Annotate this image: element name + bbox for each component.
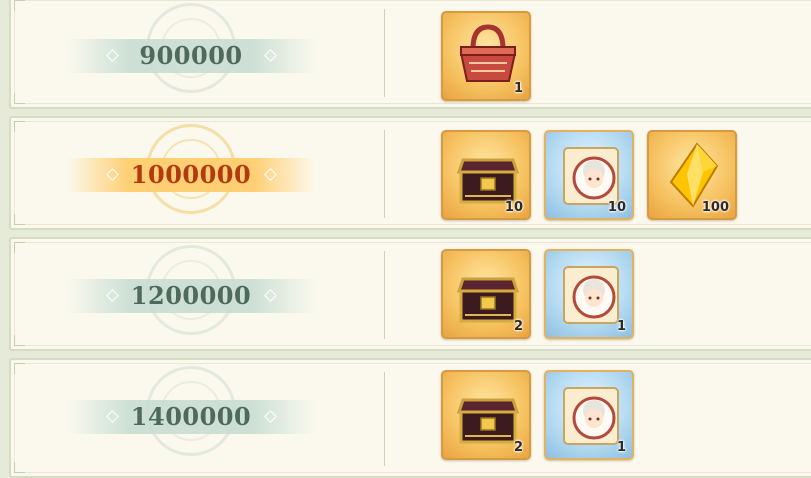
score-band: 1200000 xyxy=(66,279,316,313)
reward-item[interactable]: 2 xyxy=(441,370,531,460)
corner-ornament xyxy=(14,0,25,11)
corner-ornament xyxy=(14,93,25,104)
reward-count: 10 xyxy=(607,200,626,215)
reward-item[interactable]: 1 xyxy=(441,11,531,101)
reward-count: 2 xyxy=(513,319,523,334)
score-threshold: 1400000 xyxy=(130,402,252,431)
tier-row: 1000000 10 10 100 xyxy=(9,116,811,230)
divider xyxy=(384,372,385,466)
reward-item[interactable]: 2 xyxy=(441,249,531,339)
divider xyxy=(384,130,385,218)
score-band: 1400000 xyxy=(66,400,316,434)
reward-item[interactable]: 1 xyxy=(544,370,634,460)
tier-row: 1400000 2 1 xyxy=(9,358,811,478)
divider xyxy=(384,251,385,339)
score-band: 900000 xyxy=(66,39,316,73)
corner-ornament xyxy=(14,242,25,253)
score-threshold: 1200000 xyxy=(130,281,252,310)
tier-row: 1200000 2 1 xyxy=(9,237,811,351)
corner-ornament xyxy=(14,462,25,473)
reward-item[interactable]: 1 xyxy=(544,249,634,339)
reward-count: 2 xyxy=(513,440,523,455)
corner-ornament xyxy=(14,121,25,132)
divider xyxy=(384,9,385,97)
reward-item[interactable]: 100 xyxy=(647,130,737,220)
reward-count: 1 xyxy=(513,81,523,96)
reward-count: 1 xyxy=(616,440,626,455)
score-threshold: 900000 xyxy=(139,41,243,70)
reward-count: 100 xyxy=(701,200,729,215)
score-band: 1000000 xyxy=(66,158,316,192)
corner-ornament xyxy=(14,363,25,374)
corner-ornament xyxy=(14,214,25,225)
reward-count: 1 xyxy=(616,319,626,334)
reward-count: 10 xyxy=(504,200,523,215)
corner-ornament xyxy=(14,335,25,346)
score-threshold: 1000000 xyxy=(130,160,252,189)
reward-item[interactable]: 10 xyxy=(544,130,634,220)
reward-item[interactable]: 10 xyxy=(441,130,531,220)
tier-row: 900000 1 xyxy=(9,0,811,109)
